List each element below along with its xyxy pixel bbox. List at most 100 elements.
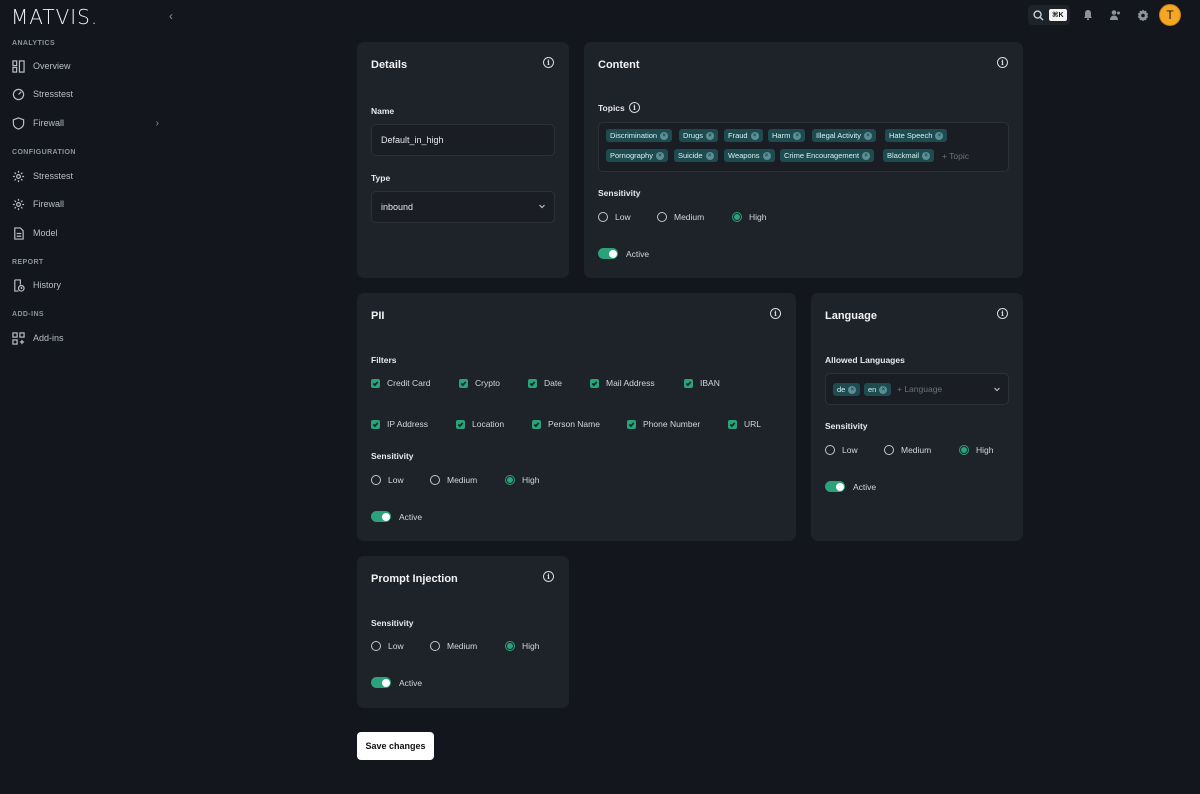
sidebar-item-label: Stresstest: [33, 89, 74, 99]
remove-tag-icon[interactable]: ×: [655, 151, 664, 160]
users-icon[interactable]: [1109, 9, 1121, 21]
info-icon[interactable]: i: [770, 308, 781, 319]
info-icon[interactable]: i: [997, 57, 1008, 68]
sidebar-item-overview[interactable]: Overview: [12, 58, 162, 74]
remove-tag-icon[interactable]: ×: [750, 131, 759, 140]
sidebar-item-add-ins[interactable]: Add-ins: [12, 330, 162, 346]
radio-label: High: [522, 641, 540, 651]
info-icon[interactable]: i: [997, 308, 1008, 319]
notifications-icon[interactable]: [1082, 9, 1094, 21]
sidebar-item-firewall-config[interactable]: Firewall: [12, 196, 162, 212]
filter-checkbox[interactable]: Crypto: [459, 378, 500, 388]
radio-label: High: [749, 212, 767, 222]
remove-tag-icon[interactable]: ×: [762, 151, 771, 160]
remove-tag-icon[interactable]: ×: [848, 385, 857, 394]
remove-tag-icon[interactable]: ×: [935, 131, 944, 140]
type-select[interactable]: inbound: [371, 191, 555, 223]
topic-placeholder: + Topic: [942, 151, 970, 161]
remove-tag-icon[interactable]: ×: [793, 131, 802, 140]
topics-input[interactable]: Discrimination × Drugs × Fraud × Harm × Ille…: [598, 122, 1009, 172]
language-tag-label: en: [868, 385, 877, 394]
sidebar-item-label: History: [33, 280, 62, 290]
sidebar-item-stresstest-config[interactable]: Stresstest: [12, 168, 162, 184]
sidebar-item-label: Overview: [33, 61, 71, 71]
filter-label: Mail Address: [606, 378, 655, 388]
radio-low[interactable]: Low: [371, 641, 430, 651]
radio-low[interactable]: Low: [825, 445, 884, 455]
info-icon[interactable]: i: [543, 57, 554, 68]
radio-low[interactable]: Low: [371, 475, 430, 485]
radio-medium[interactable]: Medium: [430, 641, 505, 651]
search-icon: [1033, 9, 1044, 21]
shield-icon: [12, 116, 25, 130]
topics-info-icon[interactable]: i: [629, 102, 640, 113]
remove-tag-icon[interactable]: ×: [705, 151, 714, 160]
remove-tag-icon[interactable]: ×: [922, 151, 931, 160]
filter-label: IP Address: [387, 419, 428, 429]
radio-high[interactable]: High: [959, 445, 993, 455]
user-avatar[interactable]: T: [1159, 4, 1181, 26]
language-card: Language i Allowed Languages de × en × + L…: [811, 293, 1023, 541]
languages-select[interactable]: de × en × + Language: [825, 373, 1009, 405]
type-select-value: inbound: [381, 202, 414, 212]
settings-icon[interactable]: [1137, 9, 1149, 22]
chevron-right-icon[interactable]: ›: [156, 118, 159, 129]
radio-high[interactable]: High: [505, 641, 539, 651]
active-toggle[interactable]: [825, 481, 845, 492]
active-toggle-row: Active: [371, 677, 422, 688]
topic-tag: Suicide ×: [674, 149, 718, 162]
radio-high[interactable]: High: [505, 475, 539, 485]
save-changes-button[interactable]: Save changes: [357, 732, 434, 760]
filter-checkbox[interactable]: IP Address: [371, 419, 428, 429]
topic-tag: Discrimination ×: [606, 129, 673, 142]
active-toggle[interactable]: [371, 677, 391, 688]
sidebar-item-stresstest-analytics[interactable]: Stresstest: [12, 86, 162, 102]
radio-label: Medium: [901, 445, 932, 455]
radio-label: High: [976, 445, 994, 455]
filter-label: Credit Card: [387, 378, 431, 388]
filter-checkbox[interactable]: IBAN: [684, 378, 720, 388]
language-tag-label: de: [837, 385, 846, 394]
remove-tag-icon[interactable]: ×: [660, 131, 669, 140]
radio-medium[interactable]: Medium: [884, 445, 959, 455]
active-toggle[interactable]: [371, 511, 391, 522]
filter-checkbox[interactable]: Mail Address: [590, 378, 655, 388]
filter-checkbox[interactable]: Date: [528, 378, 562, 388]
radio-medium[interactable]: Medium: [657, 212, 732, 222]
filter-checkbox[interactable]: URL: [728, 419, 761, 429]
remove-tag-icon[interactable]: ×: [879, 385, 888, 394]
active-toggle[interactable]: [598, 248, 618, 259]
sensitivity-label: Sensitivity: [825, 421, 868, 431]
topic-tag: Blackmail ×: [883, 149, 935, 162]
info-icon[interactable]: i: [543, 571, 554, 582]
collapse-sidebar-icon[interactable]: ‹: [169, 9, 173, 23]
filter-checkbox[interactable]: Location: [456, 419, 504, 429]
filter-checkbox[interactable]: Credit Card: [371, 378, 430, 388]
active-toggle-row: Active: [598, 248, 649, 259]
filter-label: Crypto: [475, 378, 501, 388]
remove-tag-icon[interactable]: ×: [864, 131, 873, 140]
filter-label: IBAN: [700, 378, 720, 388]
card-title: PII: [371, 310, 385, 322]
sidebar-item-model[interactable]: Model: [12, 225, 162, 241]
remove-tag-icon[interactable]: ×: [862, 151, 871, 160]
remove-tag-icon[interactable]: ×: [706, 131, 715, 140]
filter-checkbox[interactable]: Phone Number: [627, 419, 700, 429]
search-button[interactable]: ⌘K: [1028, 5, 1070, 25]
radio-low[interactable]: Low: [598, 212, 657, 222]
sidebar-item-firewall-analytics[interactable]: Firewall ›: [12, 115, 162, 131]
sidebar-item-history[interactable]: History: [12, 277, 162, 293]
brand-logo[interactable]: MATVIS.: [11, 5, 98, 29]
gear-icon: [12, 170, 25, 182]
dashboard-icon: [12, 59, 25, 73]
radio-label: Low: [388, 475, 404, 485]
radio-medium[interactable]: Medium: [430, 475, 505, 485]
radio-high[interactable]: High: [732, 212, 766, 222]
sidebar-item-label: Firewall: [33, 199, 65, 209]
filter-label: Phone Number: [643, 419, 701, 429]
filter-checkbox[interactable]: Person Name: [532, 419, 600, 429]
active-toggle-row: Active: [825, 481, 876, 492]
name-label: Name: [371, 106, 395, 116]
active-label: Active: [399, 511, 423, 522]
name-input[interactable]: Default_in_high: [371, 124, 555, 156]
